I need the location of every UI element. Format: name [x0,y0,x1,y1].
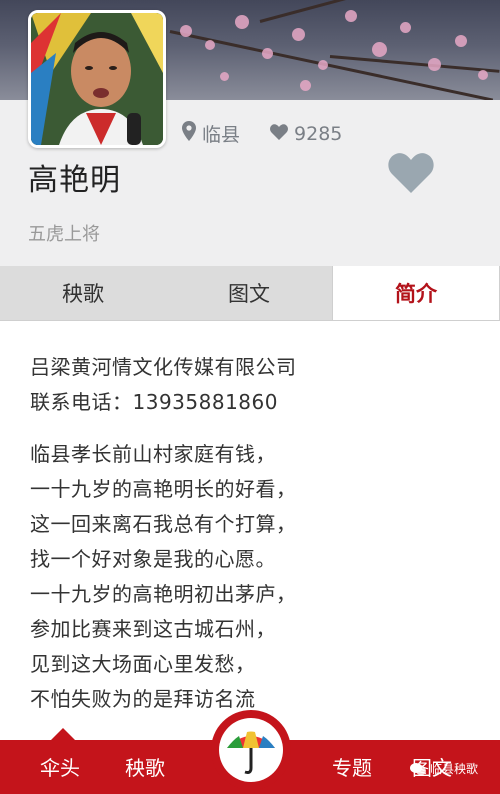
lyric-line: 一十九岁的高艳明长的好看， [30,477,297,501]
wechat-watermark: 临县秧歌 [410,760,478,777]
profile-meta: 临县 9285 [182,120,342,147]
lyrics-block: 临县孝长前山村家庭有钱， 一十九岁的高艳明长的好看， 这一回来离石我总有个打算，… [30,437,480,717]
profile-name: 高艳明 [28,163,121,198]
center-home-button[interactable] [211,710,291,790]
nav-item-yangge[interactable]: 秧歌 [125,752,165,781]
favorite-heart-button[interactable] [388,152,434,198]
tab-intro[interactable]: 简介 [332,266,500,320]
avatar[interactable] [28,10,166,148]
tab-yangge[interactable]: 秧歌 [0,266,166,320]
contact-phone: 联系电话：13935881860 [30,390,278,414]
location-label: 临县 [202,124,241,146]
lyric-line: 这一回来离石我总有个打算， [30,512,297,536]
watermark-text: 临县秧歌 [430,762,479,776]
location-pin-icon [182,121,196,146]
company-name: 吕梁黄河情文化传媒有限公司 [30,355,297,379]
intro-content: 吕梁黄河情文化传媒有限公司 联系电话：13935881860 临县孝长前山村家庭… [30,350,480,734]
tab-bar: 秧歌 图文 简介 [0,266,500,321]
lyric-line: 见到这大场面心里发愁， [30,652,256,676]
nav-item-santou[interactable]: 伞头 [40,752,80,781]
tab-articles[interactable]: 图文 [166,266,332,320]
contact-block: 吕梁黄河情文化传媒有限公司 联系电话：13935881860 [30,350,480,420]
umbrella-icon [227,731,275,774]
profile-subtitle: 五虎上将 [28,224,100,245]
heart-icon [270,123,288,145]
lyric-line: 找一个好对象是我的心愿。 [30,547,276,571]
lyric-line: 参加比赛来到这古城石州， [30,617,276,641]
likes-count: 9285 [294,122,343,145]
lyric-line: 临县孝长前山村家庭有钱， [30,442,276,466]
nav-item-topics[interactable]: 专题 [332,752,372,781]
lyric-line: 一十九岁的高艳明初出茅庐， [30,582,297,606]
wechat-icon [410,762,426,775]
